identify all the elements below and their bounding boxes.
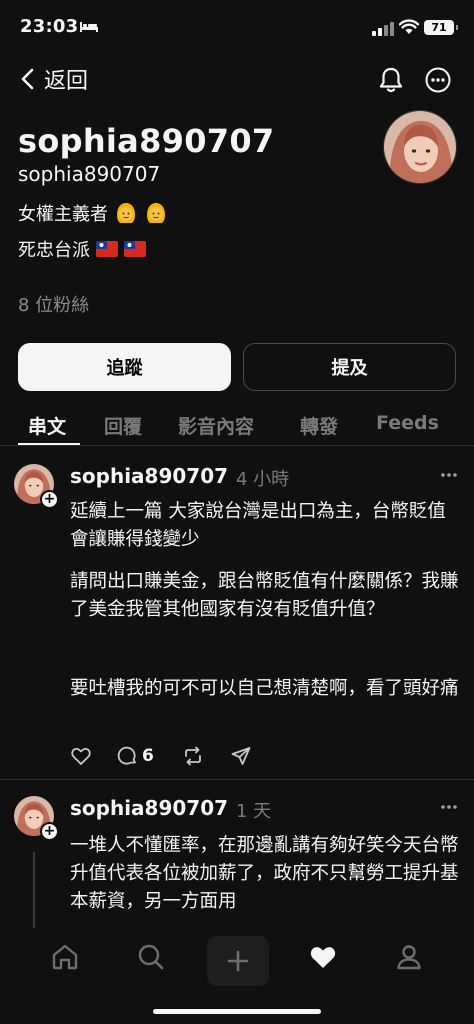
comment-button[interactable]: 6 xyxy=(116,745,154,767)
post-paragraph: 要吐槽我的可不可以自己想清楚啊，看了頭好痛 xyxy=(70,678,459,699)
post-author[interactable]: sophia890707 xyxy=(70,464,228,488)
active-tab-indicator xyxy=(18,443,80,445)
chevron-left-icon xyxy=(21,68,34,90)
share-button[interactable] xyxy=(230,745,252,767)
like-button[interactable] xyxy=(70,745,92,767)
bio-text-1: 女權主義者 xyxy=(18,204,108,225)
bottom-nav xyxy=(0,928,474,1024)
post-actions: 6 xyxy=(70,745,270,767)
tab-media[interactable]: 影音內容 xyxy=(178,412,254,439)
followers-count[interactable]: 8 位粉絲 xyxy=(18,291,89,317)
cellular-signal-icon xyxy=(372,22,394,36)
battery-indicator: 71 xyxy=(424,20,458,35)
status-time: 23:03 xyxy=(20,16,79,37)
comment-count: 6 xyxy=(142,746,154,766)
comment-icon xyxy=(117,746,136,765)
plus-icon xyxy=(227,950,249,972)
tab-threads[interactable]: 串文 xyxy=(28,412,66,439)
woman-emoji-icon xyxy=(117,203,135,223)
profile-bio-line-1: 女權主義者 xyxy=(18,200,168,226)
repost-button[interactable] xyxy=(182,745,204,767)
follow-plus-icon[interactable]: + xyxy=(40,490,59,509)
thread-post[interactable]: + sophia890707 4 小時 延續上一篇 大家說台灣是出口為主，台幣貶… xyxy=(0,450,474,780)
follow-plus-icon[interactable]: + xyxy=(40,822,59,841)
search-icon xyxy=(138,944,164,970)
back-button[interactable]: 返回 xyxy=(20,64,88,94)
avatar-photo xyxy=(384,111,456,183)
profile-tabs: 串文 回覆 影音內容 轉發 Feeds xyxy=(0,400,474,446)
heart-filled-icon xyxy=(310,947,336,968)
tab-replies[interactable]: 回覆 xyxy=(104,412,142,439)
bell-icon[interactable] xyxy=(378,66,404,94)
person-icon xyxy=(397,945,421,970)
post-paragraph: 請問出口賺美金，跟台幣貶值有什麼關係？我賺了美金我管其他國家有沒有貶值升值？ xyxy=(70,571,459,620)
home-indicator[interactable] xyxy=(153,1009,321,1014)
nav-activity[interactable] xyxy=(308,942,338,972)
nav-create[interactable] xyxy=(207,936,269,986)
nav-search[interactable] xyxy=(136,942,166,972)
profile-handle: sophia890707 xyxy=(18,162,161,186)
profile-display-name: sophia890707 xyxy=(18,122,275,160)
thread-post[interactable]: + sophia890707 1 天 一堆人不懂匯率，在那邊亂講有夠好笑今天台幣… xyxy=(0,782,474,942)
status-bar: 23:03 71 xyxy=(0,0,474,56)
woman-emoji-icon xyxy=(147,203,165,223)
post-time: 1 天 xyxy=(236,801,272,822)
post-paragraph: 一堆人不懂匯率，在那邊亂講有夠好笑今天台幣升值代表各位被加薪了，政府不只幫勞工提… xyxy=(70,835,459,912)
profile-avatar[interactable] xyxy=(383,110,457,184)
home-icon xyxy=(52,944,78,970)
more-options-icon[interactable] xyxy=(425,67,451,93)
post-author[interactable]: sophia890707 xyxy=(70,796,228,820)
tab-feeds[interactable]: Feeds xyxy=(376,412,439,434)
taiwan-flag-icon xyxy=(124,241,146,257)
repost-icon xyxy=(185,746,201,766)
tab-reposts[interactable]: 轉發 xyxy=(300,412,338,439)
nav-profile[interactable] xyxy=(394,942,424,972)
post-paragraph: 延續上一篇 大家說台灣是出口為主，台幣貶值會讓賺得錢變少 xyxy=(70,501,446,550)
follow-button[interactable]: 追蹤 xyxy=(18,343,231,391)
wifi-icon xyxy=(399,19,419,34)
heart-icon xyxy=(71,747,91,765)
back-label: 返回 xyxy=(44,69,89,94)
share-icon xyxy=(231,747,251,765)
mention-button[interactable]: 提及 xyxy=(243,343,456,391)
more-icon[interactable] xyxy=(440,472,458,478)
profile-bio-line-2: 死忠台派 xyxy=(18,236,146,262)
sleep-focus-icon xyxy=(80,22,98,32)
nav-home[interactable] xyxy=(50,942,80,972)
more-icon[interactable] xyxy=(440,804,458,810)
post-time: 4 小時 xyxy=(236,469,290,490)
taiwan-flag-icon xyxy=(96,241,118,257)
bio-text-2: 死忠台派 xyxy=(18,240,90,261)
